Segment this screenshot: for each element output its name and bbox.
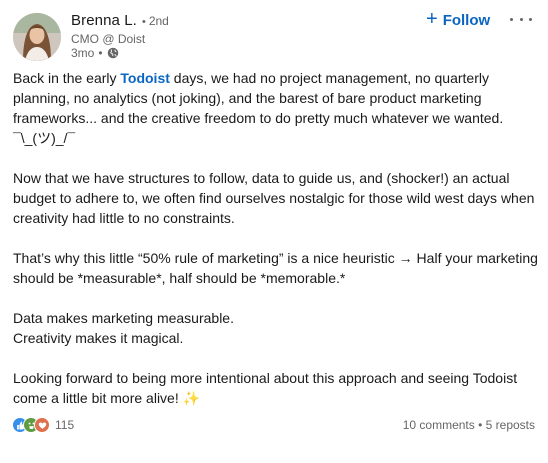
connection-degree: 2nd	[148, 14, 169, 28]
post-paragraph-3: That’s why this little “50% rule of mark…	[13, 250, 538, 286]
avatar-photo	[13, 13, 61, 61]
comments-count[interactable]: 10 comments	[403, 418, 475, 432]
reposts-count[interactable]: 5 reposts	[486, 418, 535, 432]
globe-icon	[107, 47, 119, 59]
author-name-line: Brenna L. • 2nd	[71, 12, 169, 29]
engagement-counts: 10 comments • 5 reposts	[403, 418, 535, 432]
reactions-summary[interactable]: 115	[12, 417, 74, 433]
love-icon	[34, 417, 50, 433]
plus-icon: +	[426, 8, 438, 30]
follow-label: Follow	[442, 11, 491, 29]
post-paragraph-4-line-2: Creativity makes it magical.	[13, 330, 184, 346]
post-time: 3mo	[71, 46, 95, 60]
degree-separator: •	[141, 16, 146, 28]
post-paragraph-2: Now that we have structures to follow, d…	[13, 170, 535, 226]
todoist-link[interactable]: Todoist	[120, 70, 170, 86]
post-paragraph-5: Looking forward to being more intentiona…	[13, 370, 518, 406]
author-avatar[interactable]	[13, 13, 61, 61]
post-paragraph-4-line-1: Data makes marketing measurable.	[13, 310, 234, 326]
ellipsis-icon[interactable]	[510, 12, 532, 26]
reaction-count: 115	[55, 418, 75, 432]
post-meta: 3mo •	[71, 46, 119, 60]
feed-post: Brenna L. • 2nd CMO @ Doist 3mo • + Foll…	[0, 0, 548, 463]
post-body: Back in the early Todoist days, we had n…	[13, 68, 538, 408]
follow-button[interactable]: + Follow	[426, 9, 490, 31]
author-headline: CMO @ Doist	[71, 32, 146, 46]
engagement-separator: •	[478, 418, 483, 432]
meta-separator: •	[98, 46, 103, 60]
author-name[interactable]: Brenna L.	[71, 12, 137, 29]
post-paragraph-1: Back in the early Todoist days, we had n…	[13, 70, 504, 146]
